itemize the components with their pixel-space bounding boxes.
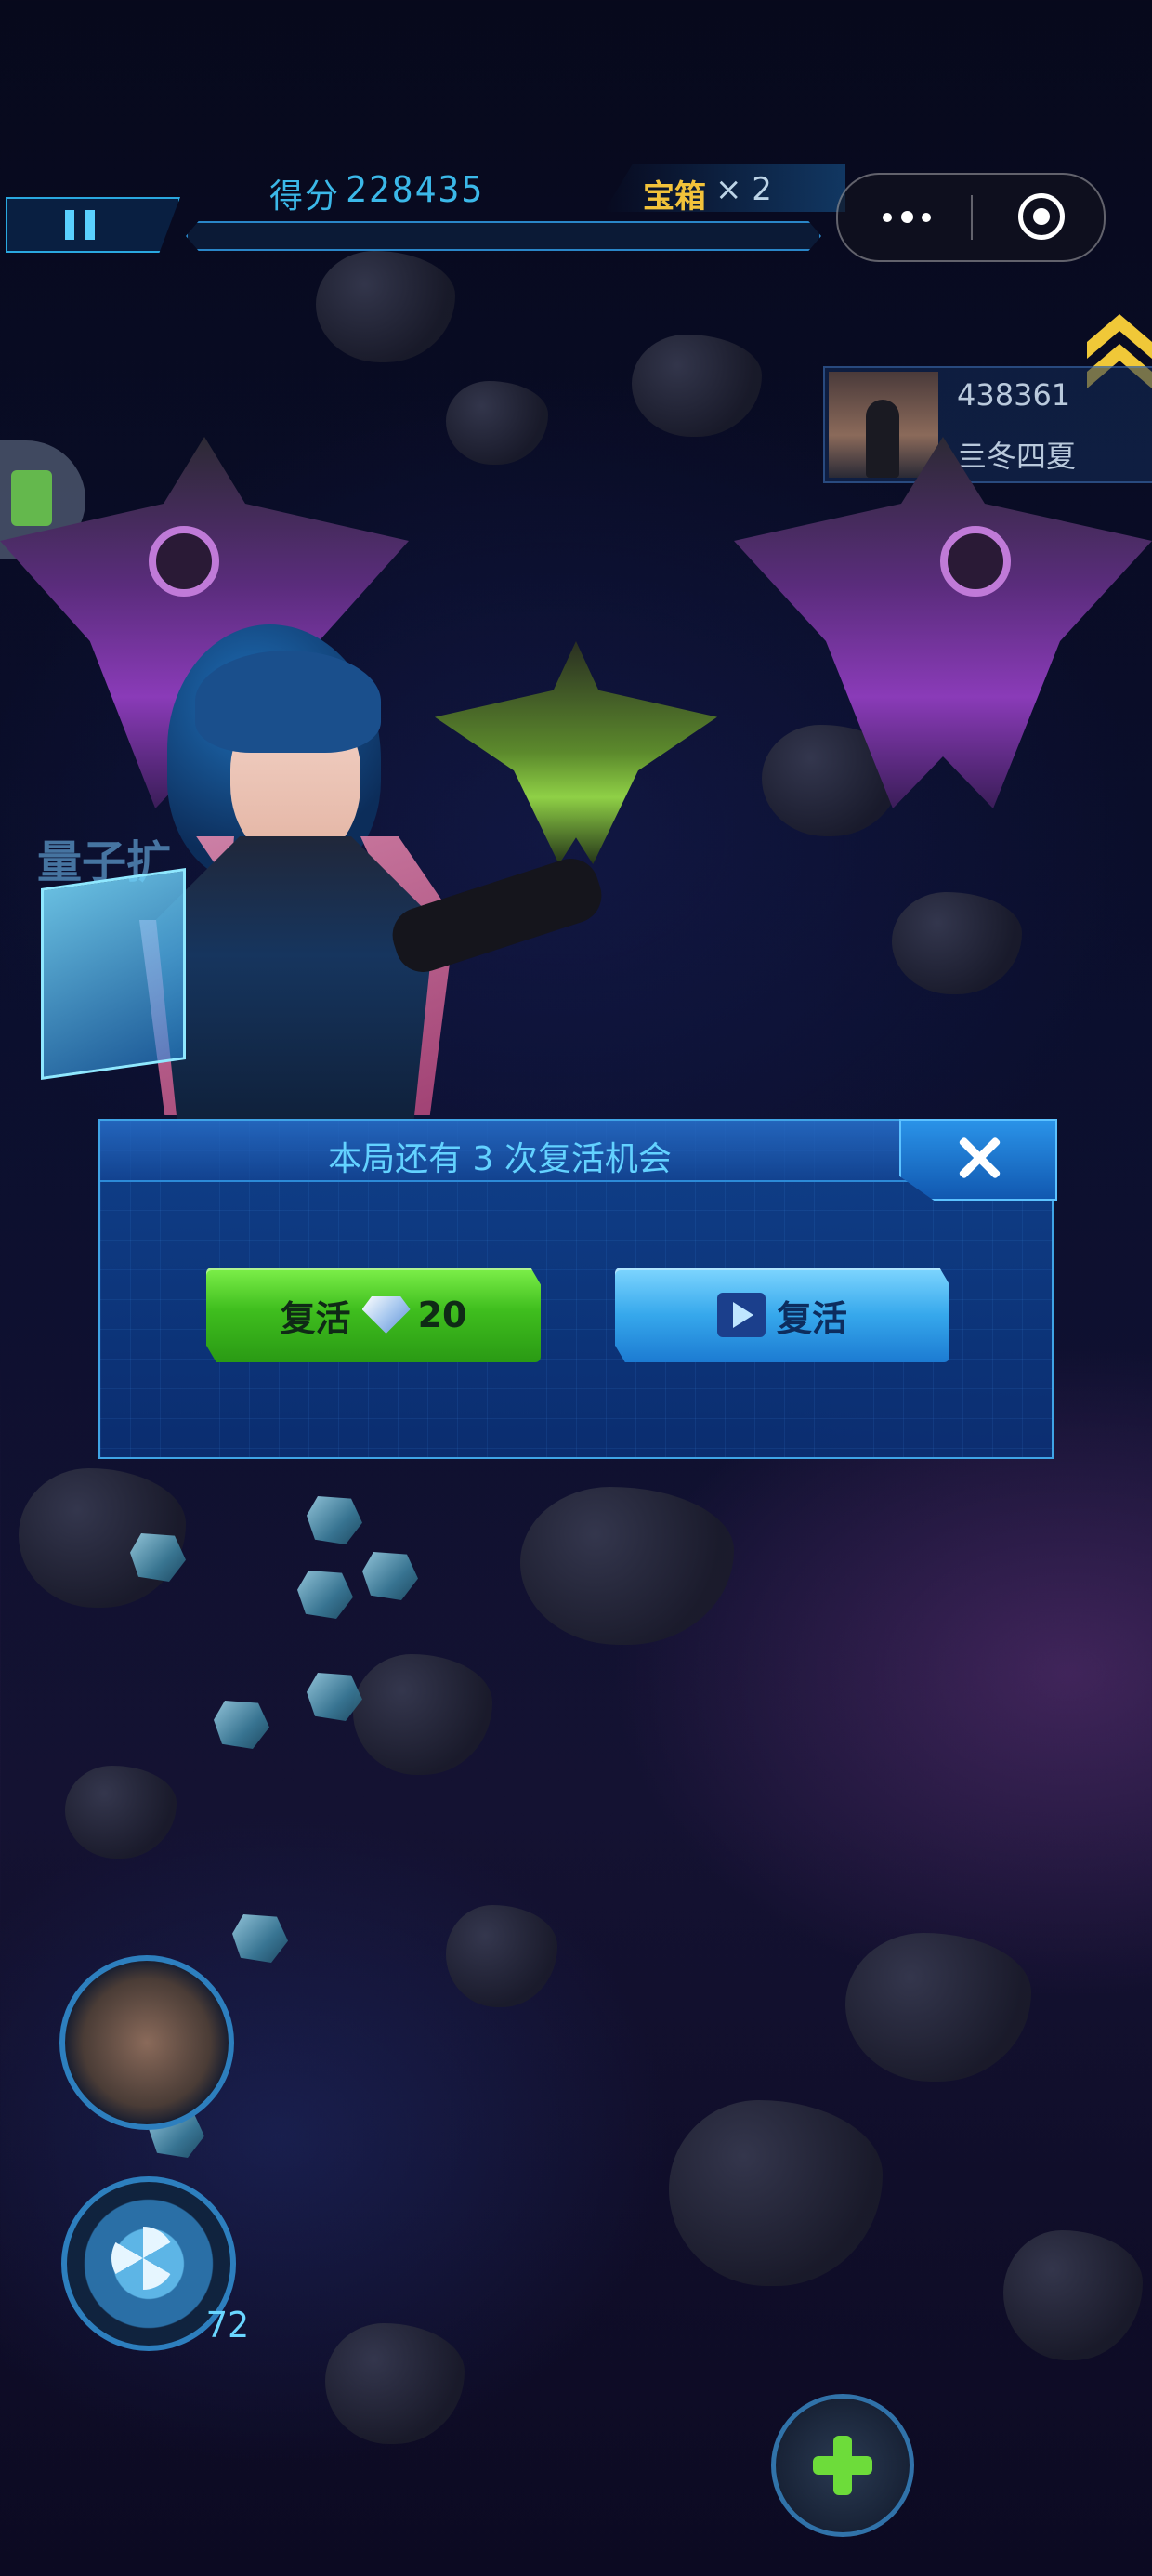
diamond-icon (361, 1296, 411, 1334)
video-icon (716, 1293, 766, 1337)
side-menu-icon (11, 470, 52, 526)
gem-cost: 20 (417, 1295, 467, 1335)
avatar (829, 372, 938, 478)
more-icon[interactable] (879, 203, 935, 230)
revive-label: 复活 (776, 1297, 847, 1339)
crystal (307, 1496, 362, 1544)
hologram-tablet (41, 868, 186, 1080)
asteroid (892, 892, 1022, 994)
skill-button[interactable] (59, 1955, 234, 2130)
asteroid (446, 381, 548, 465)
asteroid (669, 2100, 883, 2286)
pause-button[interactable] (6, 197, 180, 253)
rival-name: 亖冬四夏 (957, 439, 1077, 474)
player-ship (435, 641, 717, 864)
asteroid (845, 1933, 1031, 2082)
asteroid (446, 1905, 557, 2007)
score-value: 228435 (346, 169, 485, 210)
asteroid (65, 1766, 177, 1859)
close-button[interactable] (899, 1119, 1057, 1201)
close-miniprogram-icon[interactable] (1018, 193, 1065, 240)
dialog-title: 本局还有 3 次复活机会 (328, 1140, 672, 1178)
pause-icon (65, 210, 74, 240)
miniprogram-capsule (836, 173, 1106, 262)
crystal (297, 1571, 353, 1619)
score-label: 得分 (269, 177, 341, 216)
enemy-core (149, 526, 219, 597)
crystal (362, 1552, 418, 1600)
character-bangs (195, 651, 381, 753)
asteroid (520, 1487, 734, 1645)
score-progress-bar (186, 221, 821, 251)
enemy-core (940, 526, 1011, 597)
chest-label: 宝箱 (643, 178, 706, 216)
chest-count: × 2 (715, 171, 772, 208)
add-button[interactable] (771, 2394, 914, 2537)
crystal (214, 1701, 269, 1749)
revive-label: 复活 (280, 1297, 351, 1339)
revive-with-video-button[interactable]: 复活 (615, 1268, 949, 1362)
asteroid (316, 251, 455, 362)
character-body (156, 836, 435, 1134)
asteroid (353, 1654, 492, 1775)
close-icon (957, 1136, 1001, 1180)
revive-dialog: 本局还有 3 次复活机会 复活 20 复活 (98, 1119, 1057, 1459)
asteroid (1003, 2230, 1143, 2360)
revive-with-gems-button[interactable]: 复活 20 (206, 1268, 541, 1362)
radiation-icon (111, 2227, 175, 2290)
asteroid (632, 335, 762, 437)
crystal (232, 1914, 288, 1963)
bomb-count: 72 (206, 2305, 249, 2346)
asteroid (325, 2323, 465, 2444)
rival-score: 438361 (957, 377, 1071, 413)
